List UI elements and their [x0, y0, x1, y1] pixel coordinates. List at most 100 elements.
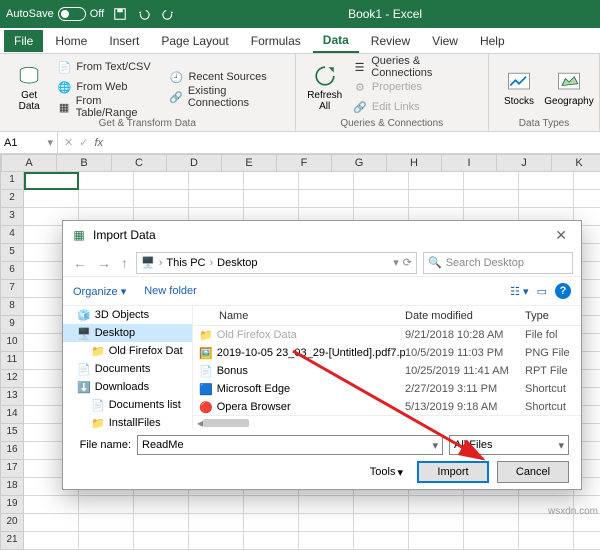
column-header[interactable]: A [2, 154, 57, 172]
cell[interactable] [79, 514, 134, 532]
row-header[interactable]: 18 [0, 478, 24, 496]
row-header[interactable]: 20 [0, 514, 24, 532]
row-header[interactable]: 2 [0, 190, 24, 208]
cell[interactable] [24, 190, 79, 208]
file-row[interactable]: 📁Old Firefox Data9/21/2018 10:28 AMFile … [193, 326, 581, 344]
horizontal-scrollbar[interactable]: ◂ [193, 415, 581, 429]
cell[interactable] [354, 190, 409, 208]
cell[interactable] [244, 190, 299, 208]
cell[interactable] [79, 532, 134, 550]
redo-icon[interactable] [160, 6, 176, 22]
view-options-icon[interactable]: ☷ ▾ [510, 285, 528, 298]
column-header[interactable]: G [332, 154, 387, 172]
cell[interactable] [244, 172, 299, 190]
column-header[interactable]: H [387, 154, 442, 172]
cell[interactable] [24, 496, 79, 514]
cell[interactable] [189, 514, 244, 532]
cell[interactable] [189, 496, 244, 514]
cell[interactable] [244, 514, 299, 532]
cell[interactable] [134, 190, 189, 208]
breadcrumb[interactable]: 🖥️ › This PC › Desktop ▾ ⟳ [136, 252, 417, 274]
cell[interactable] [189, 190, 244, 208]
nav-item[interactable]: 🖥️Desktop [63, 324, 192, 342]
cell[interactable] [354, 496, 409, 514]
column-header[interactable]: I [442, 154, 497, 172]
cell[interactable] [134, 496, 189, 514]
cell[interactable] [299, 190, 354, 208]
row-header[interactable]: 9 [0, 316, 24, 334]
cell[interactable] [299, 532, 354, 550]
nav-item[interactable]: ⬇️Downloads [63, 378, 192, 396]
cell[interactable] [519, 172, 574, 190]
recent-sources-button[interactable]: 🕘Recent Sources [168, 68, 286, 86]
cell[interactable] [24, 172, 79, 190]
cell[interactable] [24, 514, 79, 532]
from-text-csv-button[interactable]: 📄From Text/CSV [56, 58, 162, 76]
cell[interactable] [409, 514, 464, 532]
cell[interactable] [409, 172, 464, 190]
row-header[interactable]: 19 [0, 496, 24, 514]
cell[interactable] [354, 532, 409, 550]
tab-insert[interactable]: Insert [99, 30, 149, 52]
cell[interactable] [409, 190, 464, 208]
refresh-all-button[interactable]: Refresh All [304, 58, 346, 116]
row-header[interactable]: 15 [0, 424, 24, 442]
file-list[interactable]: 📁Old Firefox Data9/21/2018 10:28 AMFile … [193, 326, 581, 415]
cell[interactable] [464, 496, 519, 514]
cell[interactable] [354, 514, 409, 532]
back-icon[interactable]: ← [71, 255, 89, 271]
cell[interactable] [24, 532, 79, 550]
column-header[interactable]: F [277, 154, 332, 172]
chevron-down-icon[interactable]: ▾ [393, 256, 399, 269]
fx-icon[interactable]: fx [94, 137, 103, 149]
cell[interactable] [519, 190, 574, 208]
file-name-input[interactable]: ReadMe ▾ [137, 435, 443, 455]
row-header[interactable]: 11 [0, 352, 24, 370]
name-box[interactable]: A1▾ [0, 132, 58, 153]
up-icon[interactable]: ↑ [119, 255, 130, 271]
save-icon[interactable] [112, 6, 128, 22]
column-header[interactable]: J [497, 154, 552, 172]
column-header[interactable]: C [112, 154, 167, 172]
undo-icon[interactable] [136, 6, 152, 22]
cell[interactable] [464, 532, 519, 550]
cell[interactable] [134, 514, 189, 532]
import-button[interactable]: Import [417, 461, 489, 483]
cell[interactable] [79, 172, 134, 190]
tab-data[interactable]: Data [313, 29, 359, 53]
cell[interactable] [574, 532, 600, 550]
close-icon[interactable]: ✕ [549, 227, 573, 244]
file-row[interactable]: 🖼️2019-10-05 23_03_29-[Untitled].pdf7.pd… [193, 344, 581, 362]
column-header[interactable]: D [167, 154, 222, 172]
cell[interactable] [519, 532, 574, 550]
tab-page-layout[interactable]: Page Layout [151, 30, 238, 52]
file-list-header[interactable]: Name Date modified Type [193, 306, 581, 326]
preview-pane-icon[interactable]: ▭ [537, 285, 547, 298]
row-header[interactable]: 21 [0, 532, 24, 550]
nav-item[interactable]: 📁InstallFiles [63, 414, 192, 429]
cancel-formula-icon[interactable]: ✕ [64, 136, 73, 149]
chevron-down-icon[interactable]: ▾ [432, 439, 438, 452]
row-header[interactable]: 1 [0, 172, 24, 190]
from-web-button[interactable]: 🌐From Web [56, 78, 162, 96]
edit-links-button[interactable]: 🔗Edit Links [352, 98, 480, 116]
cell[interactable] [574, 190, 600, 208]
queries-connections-button[interactable]: ☰Queries & Connections [352, 58, 480, 76]
cell[interactable] [189, 532, 244, 550]
cell[interactable] [464, 190, 519, 208]
cell[interactable] [79, 190, 134, 208]
cell[interactable] [354, 172, 409, 190]
cell[interactable] [299, 496, 354, 514]
row-header[interactable]: 7 [0, 280, 24, 298]
row-header[interactable]: 16 [0, 442, 24, 460]
existing-connections-button[interactable]: 🔗Existing Connections [168, 88, 286, 106]
cell[interactable] [409, 496, 464, 514]
cell[interactable] [134, 532, 189, 550]
autosave-toggle[interactable]: AutoSave Off [6, 7, 104, 21]
column-header[interactable]: B [57, 154, 112, 172]
row-header[interactable]: 14 [0, 406, 24, 424]
row-header[interactable]: 10 [0, 334, 24, 352]
from-table-range-button[interactable]: ▦From Table/Range [56, 98, 162, 116]
tab-formulas[interactable]: Formulas [241, 30, 311, 52]
file-row[interactable]: 🔴Opera Browser5/13/2019 9:18 AMShortcut [193, 398, 581, 415]
